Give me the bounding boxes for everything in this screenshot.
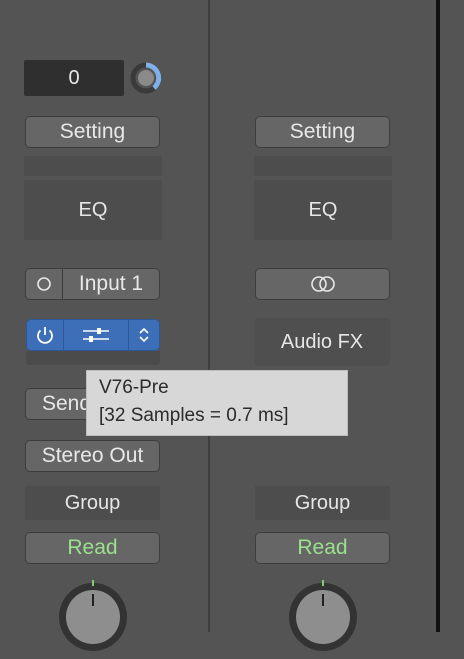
power-icon[interactable] <box>27 320 64 350</box>
window-edge-right <box>436 0 440 632</box>
strip-divider-left <box>208 0 210 632</box>
channel-strip-plugin-slot[interactable] <box>26 319 160 351</box>
setting-button-left[interactable]: Setting <box>25 116 160 148</box>
output-button[interactable]: Stereo Out <box>25 440 160 472</box>
eq-thumbnail-divider-left <box>24 156 162 176</box>
gain-display[interactable]: 0 <box>24 60 124 96</box>
plugin-tooltip: V76-Pre [32 Samples = 0.7 ms] <box>86 370 348 436</box>
eq-display-left[interactable]: EQ <box>24 180 162 240</box>
eq-thumbnail-divider-right <box>254 156 392 176</box>
setting-button-right[interactable]: Setting <box>255 116 390 148</box>
audio-fx-slot[interactable]: Audio FX <box>254 318 390 366</box>
pan-knob-icon[interactable] <box>286 580 360 654</box>
automation-read-button-right[interactable]: Read <box>255 532 390 564</box>
automation-read-button-left[interactable]: Read <box>25 532 160 564</box>
plugin-slot-empty[interactable] <box>26 351 160 365</box>
gain-knob-icon[interactable] <box>130 62 162 94</box>
group-slot-right[interactable]: Group <box>255 486 390 520</box>
sliders-icon[interactable] <box>64 320 129 350</box>
input-button[interactable]: Input 1 <box>25 268 160 300</box>
send-label: Send <box>42 392 92 415</box>
input-monitor-circle-icon[interactable] <box>26 269 63 299</box>
input-label: Input 1 <box>78 272 144 295</box>
eq-display-right[interactable]: EQ <box>254 180 392 240</box>
group-slot-left[interactable]: Group <box>25 486 160 520</box>
stereo-link-icon <box>309 275 337 293</box>
pan-knob-icon[interactable] <box>56 580 130 654</box>
stereo-link-button[interactable] <box>255 268 390 300</box>
tooltip-plugin-name: V76-Pre <box>99 377 169 398</box>
up-down-chevron-icon[interactable] <box>129 320 159 350</box>
tooltip-latency: [32 Samples = 0.7 ms] <box>99 405 289 426</box>
